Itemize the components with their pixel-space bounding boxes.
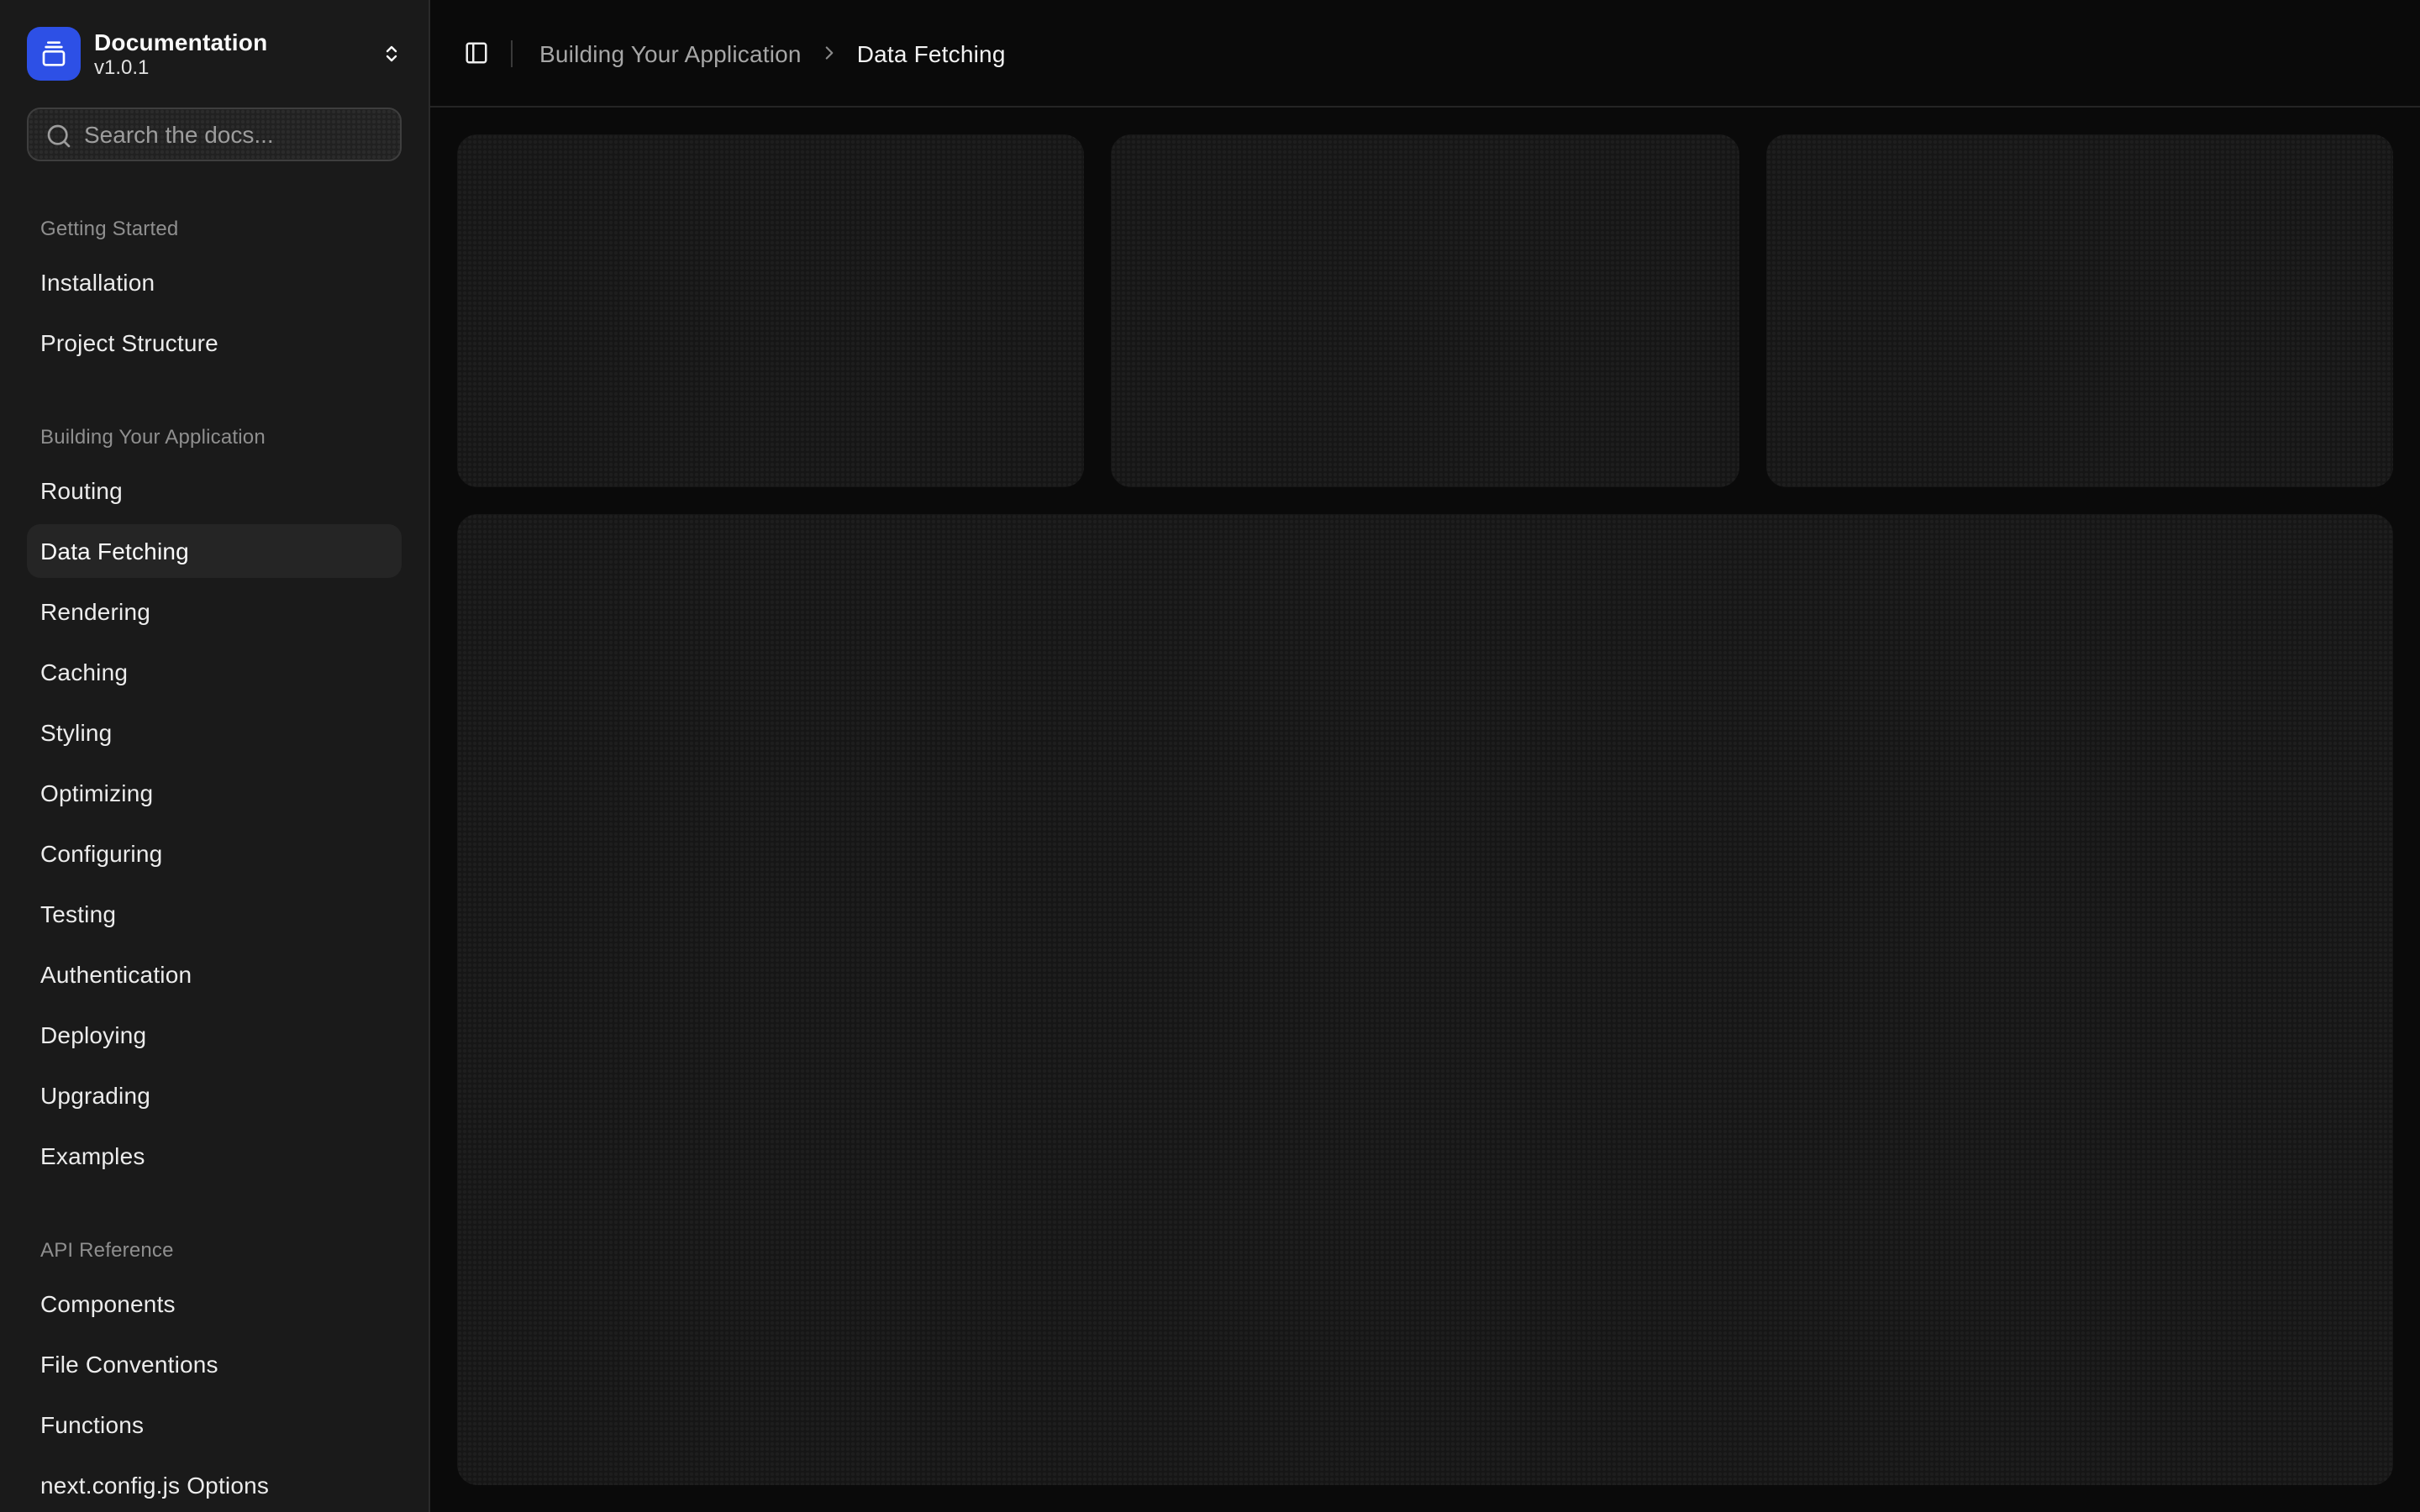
panel-left-icon bbox=[463, 40, 488, 66]
main-header: Building Your Application Data Fetching bbox=[430, 0, 2420, 108]
app-root: Documentation v1.0.1 bbox=[0, 0, 2420, 1512]
breadcrumb-current: Data Fetching bbox=[857, 39, 1006, 66]
search-input[interactable] bbox=[29, 109, 400, 160]
search-section bbox=[13, 94, 415, 175]
sidebar-item-configuring[interactable]: Configuring bbox=[27, 827, 402, 880]
sidebar-item-deploying[interactable]: Deploying bbox=[27, 1008, 402, 1062]
sidebar-group-label: API Reference bbox=[27, 1223, 402, 1277]
workspace-info: Documentation v1.0.1 bbox=[94, 28, 267, 80]
sidebar: Documentation v1.0.1 bbox=[0, 0, 430, 1512]
placeholder-card bbox=[1112, 134, 1739, 487]
sidebar-item-testing[interactable]: Testing bbox=[27, 887, 402, 941]
sidebar-item-file-conventions[interactable]: File Conventions bbox=[27, 1337, 402, 1391]
sidebar-item-data-fetching[interactable]: Data Fetching bbox=[27, 524, 402, 578]
sidebar-item-project-structure[interactable]: Project Structure bbox=[27, 316, 402, 370]
sidebar-group-label: Getting Started bbox=[27, 202, 402, 255]
placeholder-content-panel bbox=[457, 514, 2393, 1485]
sidebar-group: API ReferenceComponents File Conventions F… bbox=[13, 1210, 415, 1499]
search-icon bbox=[45, 123, 72, 150]
sidebar-nav: Getting StartedInstallation Project Struc… bbox=[13, 188, 415, 1499]
sidebar-item-upgrading[interactable]: Upgrading bbox=[27, 1068, 402, 1122]
chevron-right-icon bbox=[818, 42, 840, 64]
sidebar-group-list: Installation Project Structure bbox=[27, 255, 402, 370]
header-separator bbox=[511, 39, 513, 66]
sidebar-item-styling[interactable]: Styling bbox=[27, 706, 402, 759]
sidebar-item-next-config-js-options[interactable]: next.config.js Options bbox=[27, 1458, 402, 1499]
sidebar-item-optimizing[interactable]: Optimizing bbox=[27, 766, 402, 820]
placeholder-card bbox=[457, 134, 1085, 487]
sidebar-item-installation[interactable]: Installation bbox=[27, 255, 402, 309]
workspace-switcher[interactable]: Documentation v1.0.1 bbox=[13, 13, 415, 94]
docs-logo bbox=[27, 27, 81, 81]
search-input-wrapper bbox=[27, 108, 402, 161]
breadcrumb-parent[interactable]: Building Your Application bbox=[539, 39, 802, 66]
placeholder-card bbox=[1765, 134, 2393, 487]
sidebar-group-list: Components File Conventions Functions next.… bbox=[27, 1277, 402, 1499]
sidebar-group: Getting StartedInstallation Project Struc… bbox=[13, 188, 415, 383]
sidebar-item-rendering[interactable]: Rendering bbox=[27, 585, 402, 638]
placeholder-cards-row bbox=[457, 134, 2393, 487]
sidebar-item-functions[interactable]: Functions bbox=[27, 1398, 402, 1452]
workspace-title: Documentation bbox=[94, 28, 267, 55]
breadcrumb: Building Your Application Data Fetching bbox=[539, 39, 1006, 66]
sidebar-group: Building Your ApplicationRouting Data Fet… bbox=[13, 396, 415, 1196]
chevrons-up-down-icon bbox=[381, 44, 402, 64]
sidebar-group-list: Routing Data Fetching Rendering Caching Styl… bbox=[27, 464, 402, 1183]
main-area: Building Your Application Data Fetching bbox=[430, 0, 2420, 1512]
gallery-vertical-end-icon bbox=[40, 40, 67, 67]
sidebar-item-components[interactable]: Components bbox=[27, 1277, 402, 1331]
sidebar-item-caching[interactable]: Caching bbox=[27, 645, 402, 699]
sidebar-group-label: Building Your Application bbox=[27, 410, 402, 464]
sidebar-toggle-button[interactable] bbox=[454, 31, 497, 75]
page-content bbox=[430, 108, 2420, 1512]
sidebar-item-examples[interactable]: Examples bbox=[27, 1129, 402, 1183]
sidebar-item-authentication[interactable]: Authentication bbox=[27, 948, 402, 1001]
workspace-version: v1.0.1 bbox=[94, 56, 267, 80]
sidebar-item-routing[interactable]: Routing bbox=[27, 464, 402, 517]
